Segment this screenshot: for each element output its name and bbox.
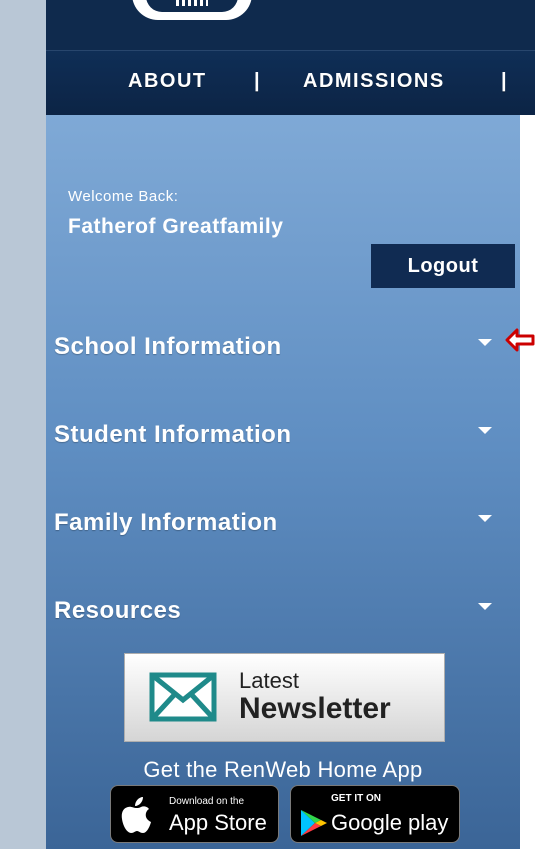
google-play-badge[interactable]: GET IT ON Google play bbox=[290, 785, 460, 843]
menu-item-label: Student Information bbox=[54, 421, 292, 448]
app-promo-heading: Get the RenWeb Home App bbox=[143, 757, 423, 782]
latest-newsletter-button[interactable]: Latest Newsletter bbox=[124, 653, 445, 742]
newsletter-line1: Latest bbox=[239, 668, 299, 693]
menu-item-student-information[interactable]: Student Information bbox=[46, 411, 520, 457]
menu-item-resources[interactable]: Resources bbox=[46, 587, 520, 633]
newsletter-line2: Newsletter bbox=[239, 692, 391, 725]
red-arrow-annotation-icon bbox=[505, 328, 535, 352]
menu-item-label: Resources bbox=[54, 597, 182, 624]
school-logo[interactable] bbox=[132, 0, 252, 20]
menu-item-label: Family Information bbox=[54, 509, 278, 536]
envelope-icon bbox=[149, 672, 217, 722]
nav-link-admissions[interactable]: ADMISSIONS bbox=[303, 70, 445, 93]
menu-item-family-information[interactable]: Family Information bbox=[46, 499, 520, 545]
menu-item-school-information[interactable]: School Information bbox=[46, 323, 520, 369]
user-name: Fatherof Greatfamily bbox=[68, 215, 284, 238]
caret-down-icon[interactable] bbox=[478, 515, 492, 522]
nav-link-about[interactable]: ABOUT bbox=[128, 70, 207, 93]
google-play-small-text: GET IT ON bbox=[331, 793, 381, 804]
page-gutter bbox=[0, 0, 46, 849]
app-store-small-text: Download on the bbox=[169, 796, 245, 807]
main-content bbox=[520, 115, 535, 849]
google-play-big-text: Google play bbox=[331, 810, 449, 835]
menu-item-label: School Information bbox=[54, 333, 282, 360]
nav-separator: | bbox=[254, 70, 262, 92]
top-navigation: ABOUT | ADMISSIONS | bbox=[46, 50, 535, 115]
logout-button[interactable]: Logout bbox=[371, 244, 515, 288]
welcome-label: Welcome Back: bbox=[68, 188, 179, 205]
apple-icon bbox=[121, 797, 151, 833]
caret-down-icon[interactable] bbox=[478, 339, 492, 346]
app-store-big-text: App Store bbox=[169, 810, 267, 835]
caret-down-icon[interactable] bbox=[478, 603, 492, 610]
site-header bbox=[46, 0, 535, 50]
nav-separator: | bbox=[501, 70, 509, 92]
app-store-badge[interactable]: Download on the App Store bbox=[110, 785, 279, 843]
caret-down-icon[interactable] bbox=[478, 427, 492, 434]
play-triangle-icon bbox=[301, 810, 327, 836]
